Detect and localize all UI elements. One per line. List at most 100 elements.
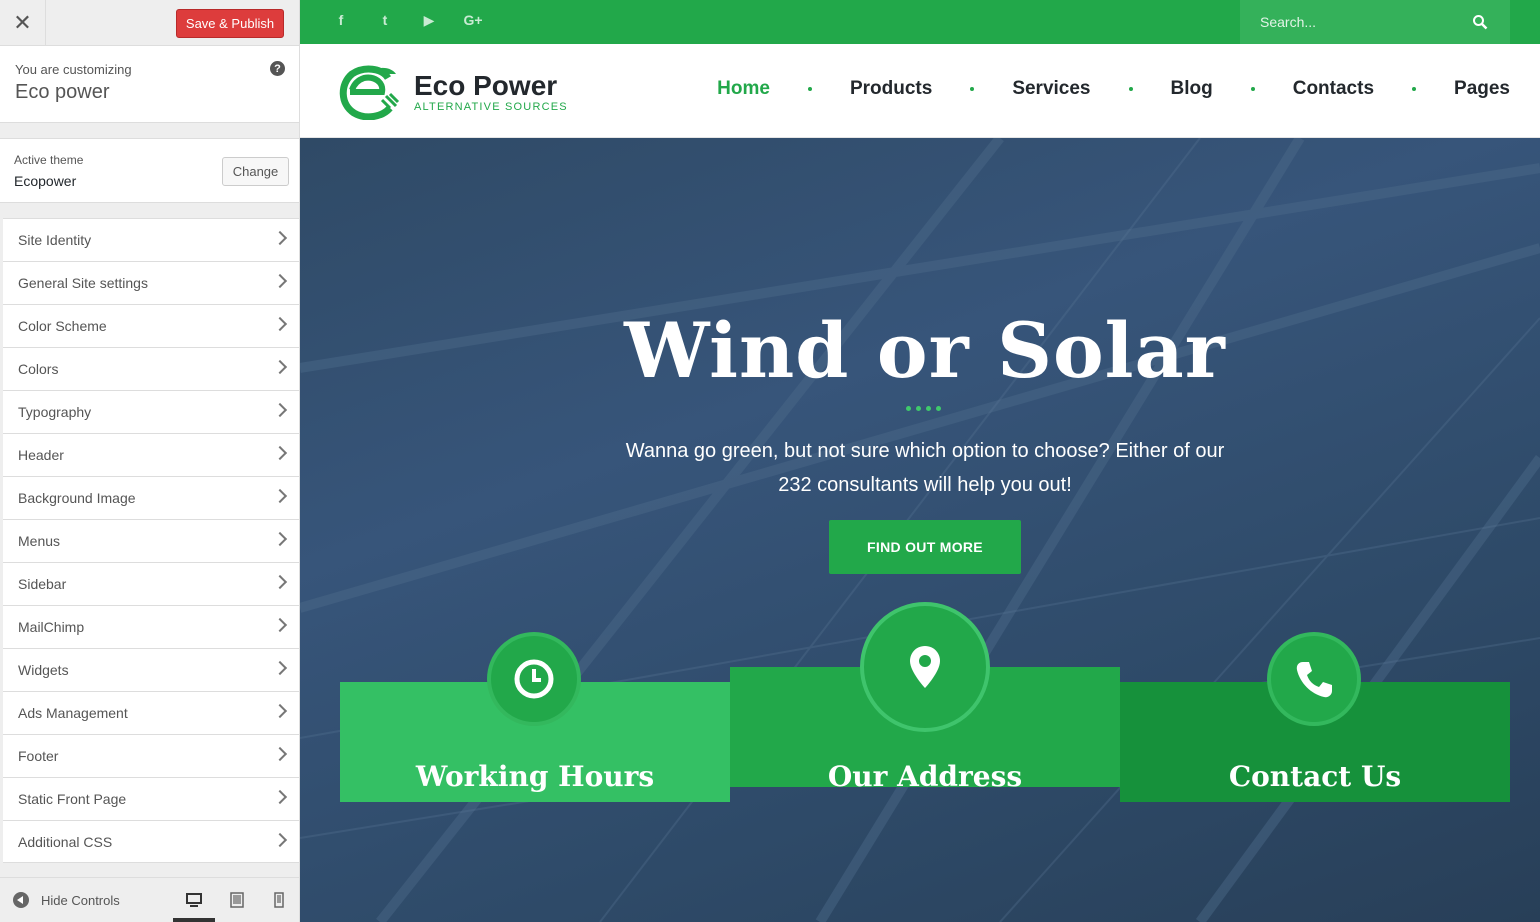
hero-title: Wind or Solar: [624, 306, 1226, 395]
main-header: Eco Power ALTERNATIVE SOURCES Home Produ…: [300, 44, 1540, 138]
chevron-right-icon: [272, 789, 288, 805]
section-site-identity[interactable]: Site Identity: [3, 218, 299, 261]
card-title: Contact Us: [1228, 760, 1402, 793]
nav-separator: [1412, 87, 1417, 91]
chevron-right-icon: [272, 832, 288, 848]
chevron-right-icon: [272, 402, 288, 418]
section-color-scheme[interactable]: Color Scheme: [3, 304, 299, 347]
social-links: f t ▶ G+: [330, 12, 484, 29]
section-label: Additional CSS: [18, 833, 113, 850]
phone-icon: [1267, 632, 1361, 726]
save-publish-button[interactable]: Save & Publish: [176, 9, 284, 38]
section-background-image[interactable]: Background Image: [3, 476, 299, 519]
hide-controls-button[interactable]: Hide Controls: [13, 892, 120, 908]
section-typography[interactable]: Typography: [3, 390, 299, 433]
section-footer[interactable]: Footer: [3, 734, 299, 777]
find-out-more-button[interactable]: FIND OUT MORE: [829, 520, 1021, 574]
card-title: Working Hours: [415, 760, 655, 793]
twitter-icon[interactable]: t: [374, 12, 396, 29]
chevron-right-icon: [272, 445, 288, 461]
nav-separator: [807, 87, 812, 91]
section-label: Footer: [18, 748, 59, 764]
search-input[interactable]: [1260, 14, 1460, 30]
top-bar: f t ▶ G+: [300, 0, 1540, 44]
main-menu: Home Products Services Blog Contacts Pag…: [717, 78, 1510, 100]
section-sidebar[interactable]: Sidebar: [3, 562, 299, 605]
chevron-right-icon: [272, 746, 288, 762]
site-preview: f t ▶ G+ Eco Power ALTERNATIVE SOURCES: [300, 0, 1540, 922]
nav-separator: [1128, 87, 1133, 91]
section-header[interactable]: Header: [3, 433, 299, 476]
nav-home[interactable]: Home: [717, 78, 770, 100]
section-label: Site Identity: [18, 232, 92, 248]
chevron-right-icon: [272, 488, 288, 504]
section-ads-management[interactable]: Ads Management: [3, 691, 299, 734]
section-menus[interactable]: Menus: [3, 519, 299, 562]
site-logo[interactable]: Eco Power ALTERNATIVE SOURCES: [338, 64, 568, 120]
search-icon[interactable]: [1472, 14, 1488, 30]
search-box: [1240, 0, 1510, 44]
facebook-icon[interactable]: f: [330, 12, 352, 29]
chevron-right-icon: [272, 617, 288, 633]
logo-title: Eco Power: [414, 69, 558, 101]
chevron-right-icon: [272, 273, 288, 289]
customizer-panel: ✕ Save & Publish You are customizing Eco…: [0, 0, 300, 922]
mobile-icon[interactable]: [271, 892, 287, 908]
nav-services[interactable]: Services: [1012, 78, 1090, 100]
change-theme-button[interactable]: Change: [222, 157, 289, 186]
chevron-right-icon: [272, 230, 288, 246]
nav-pages[interactable]: Pages: [1454, 78, 1510, 100]
site-name: Eco power: [15, 81, 110, 103]
logo-subtitle: ALTERNATIVE SOURCES: [414, 100, 568, 113]
customizing-label: You are customizing: [15, 62, 132, 77]
section-label: Sidebar: [18, 576, 67, 592]
section-label: Header: [18, 447, 64, 463]
chevron-right-icon: [272, 531, 288, 547]
section-general-site-settings[interactable]: General Site settings: [3, 261, 299, 304]
section-label: Ads Management: [18, 705, 128, 721]
logo-icon: [339, 65, 400, 120]
youtube-icon[interactable]: ▶: [418, 12, 440, 29]
chevron-right-icon: [272, 574, 288, 590]
chevron-right-icon: [272, 660, 288, 676]
hero-section: Wind or Solar Wanna go green, but not su…: [300, 138, 1540, 922]
section-label: Typography: [18, 404, 92, 420]
desktop-icon[interactable]: [186, 892, 202, 908]
nav-separator: [970, 87, 975, 91]
section-label: Static Front Page: [18, 791, 127, 807]
section-colors[interactable]: Colors: [3, 347, 299, 390]
section-label: Colors: [18, 361, 59, 377]
close-icon[interactable]: ✕: [0, 0, 46, 46]
map-pin-icon: [860, 602, 990, 732]
section-widgets[interactable]: Widgets: [3, 648, 299, 691]
nav-blog[interactable]: Blog: [1171, 78, 1213, 100]
hero-divider-dots: [906, 406, 941, 411]
section-label: Color Scheme: [18, 318, 107, 334]
section-mailchimp[interactable]: MailChimp: [3, 605, 299, 648]
section-static-front-page[interactable]: Static Front Page: [3, 777, 299, 820]
nav-contacts[interactable]: Contacts: [1293, 78, 1374, 100]
chevron-right-icon: [272, 316, 288, 332]
help-icon[interactable]: ?: [270, 61, 285, 76]
section-label: Menus: [18, 533, 61, 549]
nav-products[interactable]: Products: [850, 78, 932, 100]
customizer-sections: Site Identity General Site settings Colo…: [3, 218, 299, 863]
customizer-footer: Hide Controls: [0, 877, 299, 922]
hero-text: Wanna go green, but not sure which optio…: [625, 440, 1225, 496]
section-label: MailChimp: [18, 619, 85, 635]
nav-separator: [1250, 87, 1255, 91]
hide-controls-label: Hide Controls: [41, 892, 120, 908]
section-label: Widgets: [18, 662, 69, 678]
section-additional-css[interactable]: Additional CSS: [3, 820, 299, 863]
section-label: Background Image: [18, 490, 136, 506]
chevron-right-icon: [272, 703, 288, 719]
collapse-arrow-icon: [13, 892, 29, 908]
customizer-info: You are customizing Eco power ?: [0, 46, 299, 123]
clock-icon: [487, 632, 581, 726]
customizer-header: ✕ Save & Publish: [0, 0, 299, 46]
active-device-indicator: [173, 918, 215, 922]
tablet-icon[interactable]: [229, 892, 245, 908]
active-theme-panel: Active theme Ecopower Change: [0, 138, 299, 203]
google-plus-icon[interactable]: G+: [462, 12, 484, 29]
card-title: Our Address: [827, 760, 1023, 793]
